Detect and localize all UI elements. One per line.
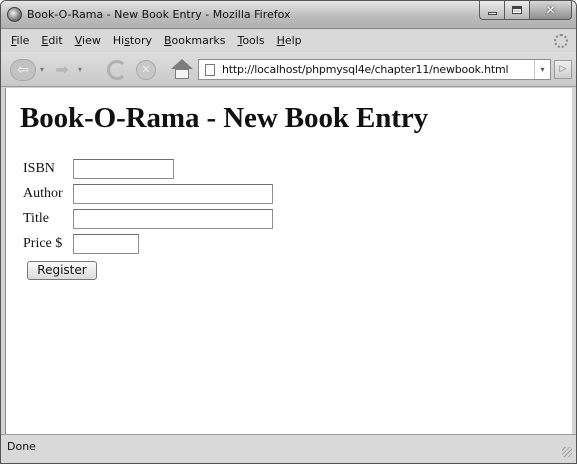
menu-bookmarks[interactable]: Bookmarks	[158, 30, 231, 52]
browser-window: Book-O-Rama - New Book Entry - Mozilla F…	[0, 0, 577, 464]
minimize-icon	[487, 11, 497, 15]
status-text: Done	[7, 440, 36, 453]
menu-file[interactable]: File	[5, 30, 35, 52]
menu-tools[interactable]: Tools	[231, 30, 270, 52]
url-text[interactable]: http://localhost/phpmysql4e/chapter11/ne…	[222, 63, 509, 76]
reload-icon[interactable]	[107, 60, 127, 80]
home-icon-body	[175, 69, 189, 79]
maximize-button[interactable]	[505, 1, 530, 20]
forward-button[interactable]: ➡	[51, 60, 73, 80]
title-field[interactable]	[73, 209, 273, 229]
price-field[interactable]	[73, 234, 139, 254]
status-bar: Done	[1, 434, 576, 463]
page-heading: Book-O-Rama - New Book Entry	[20, 102, 429, 134]
stop-icon: ✕	[141, 63, 151, 76]
navigation-toolbar: ⇦ ▾ ➡ ▾ ✕ http://localhost/phpmysql4e/ch…	[1, 52, 576, 87]
menu-history[interactable]: History	[107, 30, 158, 52]
menu-edit[interactable]: Edit	[35, 30, 68, 52]
title-bar: Book-O-Rama - New Book Entry - Mozilla F…	[1, 1, 576, 29]
window-title: Book-O-Rama - New Book Entry - Mozilla F…	[27, 8, 291, 21]
maximize-icon	[512, 6, 522, 14]
price-label: Price $	[23, 236, 63, 251]
author-label: Author	[23, 186, 63, 201]
go-button[interactable]: ▷	[554, 60, 572, 79]
back-arrow-icon: ⇦	[17, 62, 29, 78]
menu-view[interactable]: View	[69, 30, 107, 52]
throbber-icon	[554, 34, 568, 48]
minimize-button[interactable]	[479, 1, 505, 20]
resize-grip-icon[interactable]	[562, 447, 572, 457]
address-bar[interactable]: http://localhost/phpmysql4e/chapter11/ne…	[198, 59, 551, 80]
forward-history-dropdown[interactable]: ▾	[78, 65, 82, 74]
page-content: Book-O-Rama - New Book Entry ISBN Author…	[5, 88, 572, 434]
back-history-dropdown[interactable]: ▾	[40, 65, 44, 74]
go-arrow-icon: ▷	[559, 64, 567, 74]
page-icon	[205, 63, 215, 76]
close-button[interactable]: ✕	[530, 1, 572, 20]
close-icon: ✕	[545, 3, 556, 17]
home-button[interactable]	[171, 59, 193, 80]
isbn-label: ISBN	[23, 161, 55, 176]
url-dropdown-icon[interactable]: ▾	[534, 60, 550, 79]
title-label: Title	[23, 211, 49, 226]
author-field[interactable]	[73, 184, 273, 204]
isbn-field[interactable]	[73, 159, 174, 179]
stop-button[interactable]: ✕	[136, 60, 156, 80]
menu-bar: File Edit View History Bookmarks Tools H…	[1, 30, 576, 52]
forward-arrow-icon: ➡	[55, 60, 69, 79]
firefox-icon	[7, 7, 22, 22]
home-icon	[171, 59, 193, 69]
register-button[interactable]: Register	[27, 261, 97, 280]
menu-help[interactable]: Help	[271, 30, 308, 52]
window-controls: ✕	[479, 1, 572, 21]
back-button[interactable]: ⇦	[10, 59, 36, 81]
